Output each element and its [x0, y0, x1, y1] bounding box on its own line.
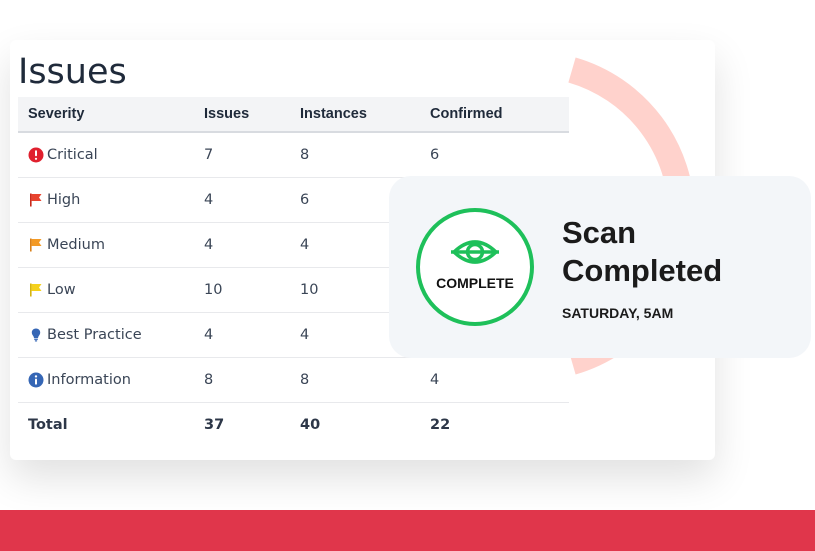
- total-issues: 37: [204, 417, 225, 433]
- complete-badge: [416, 208, 534, 326]
- scan-title: Scan Completed: [562, 214, 722, 290]
- table-row-information[interactable]: Information 8 8 4: [18, 358, 569, 403]
- table-row-critical[interactable]: Critical 7 8 6: [18, 133, 569, 178]
- confirmed-count: 6: [430, 147, 440, 163]
- instances-count: 8: [300, 372, 310, 388]
- severity-label: Critical: [47, 147, 98, 163]
- header-confirmed: Confirmed: [430, 106, 503, 122]
- info-circle-icon: [28, 372, 44, 388]
- badge-label: COMPLETE: [436, 275, 514, 291]
- red-flag-icon: [30, 193, 42, 207]
- total-confirmed: 22: [430, 417, 451, 433]
- severity-label: Information: [47, 372, 131, 388]
- scan-title-line1: Scan: [562, 215, 637, 250]
- yellow-flag-icon: [30, 283, 42, 297]
- page-title: Issues: [18, 52, 127, 92]
- issues-count: 8: [204, 372, 214, 388]
- exclamation-circle-icon: [28, 147, 44, 163]
- total-instances: 40: [300, 417, 321, 433]
- confirmed-count: 4: [430, 372, 440, 388]
- issues-count: 7: [204, 147, 214, 163]
- severity-label: High: [47, 192, 81, 208]
- severity-label: Medium: [47, 237, 105, 253]
- header-instances: Instances: [300, 106, 367, 122]
- total-label: Total: [28, 417, 68, 433]
- header-issues: Issues: [204, 106, 250, 122]
- table-row-total: Total 37 40 22: [18, 403, 569, 447]
- header-severity: Severity: [28, 106, 85, 122]
- scan-title-line2: Completed: [562, 253, 723, 288]
- issues-count: 4: [204, 237, 214, 253]
- orange-flag-icon: [30, 238, 42, 252]
- issues-count: 4: [204, 327, 214, 343]
- scan-date: SATURDAY, 5AM: [562, 305, 674, 321]
- lightbulb-icon: [31, 328, 41, 342]
- instances-count: 8: [300, 147, 310, 163]
- issues-count: 10: [204, 282, 223, 298]
- bottom-accent-bar: [0, 510, 815, 551]
- severity-label: Low: [47, 282, 76, 298]
- table-header: Severity Issues Instances Confirmed: [18, 97, 569, 133]
- severity-label: Best Practice: [47, 327, 142, 343]
- issues-count: 4: [204, 192, 214, 208]
